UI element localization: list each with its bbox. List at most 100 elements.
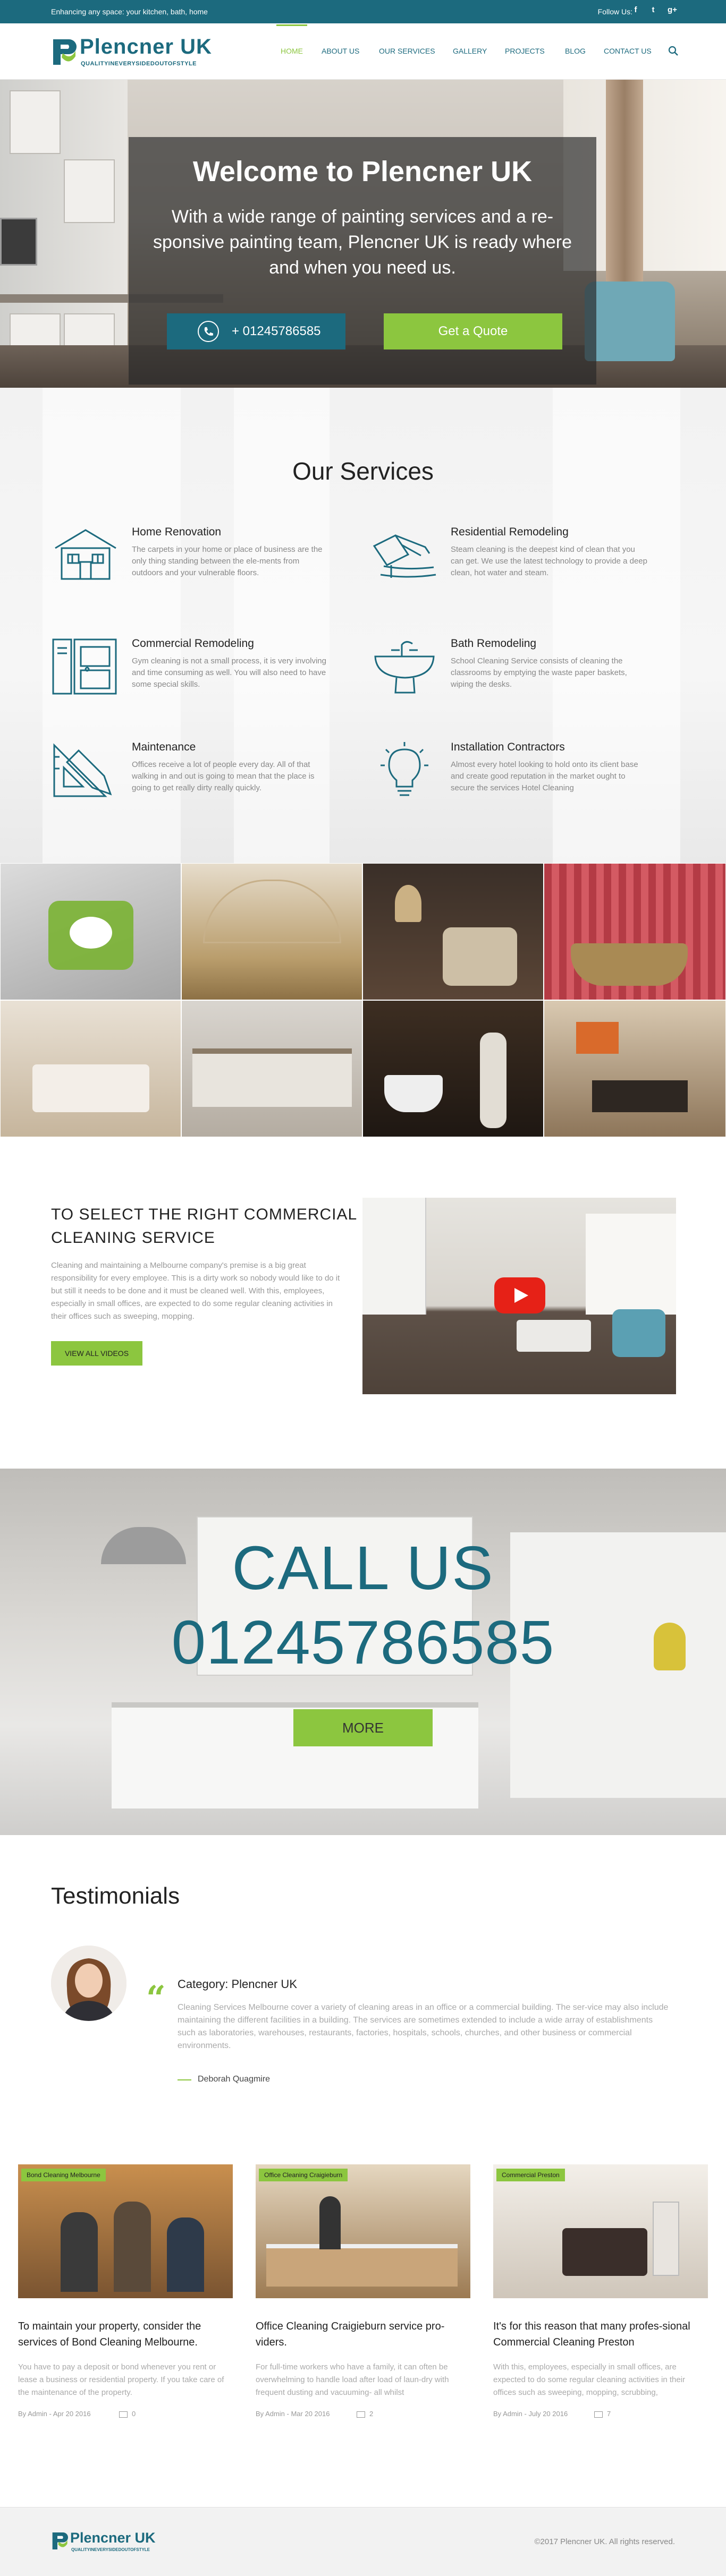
service-installation-contractors[interactable]: Installation Contractors Almost every ho…	[370, 741, 646, 821]
sink-icon	[374, 641, 435, 694]
video-section-text: Cleaning and maintaining a Melbourne com…	[51, 1261, 340, 1321]
gallery-tile-bathroom-statue[interactable]	[362, 1000, 544, 1137]
gallery-tile-atrium[interactable]	[181, 863, 362, 1000]
gallery-tile-kitchen[interactable]	[181, 1000, 362, 1137]
blog-meta: By Admin - Apr 20 2016 0	[18, 2410, 233, 2418]
view-all-videos-button[interactable]: VIEW ALL VIDEOS	[51, 1341, 142, 1366]
call-us-section: CALL US 01245786585 MORE	[0, 1469, 726, 1835]
blog-meta: By Admin - July 20 2016 7	[493, 2410, 708, 2418]
service-title: Installation Contractors	[451, 741, 565, 753]
footer-logo[interactable]: Plencner UK QUALITYINEVERYSIDEDOUTOFSTYL…	[51, 2530, 168, 2553]
service-title: Home Renovation	[132, 526, 222, 538]
service-home-renovation[interactable]: Home Renovation The carpets in your home…	[51, 526, 327, 605]
hero-text: With a wide range of painting services a…	[153, 207, 572, 278]
gallery-tile-bathtub[interactable]	[544, 863, 726, 1000]
get-quote-button[interactable]: Get a Quote	[384, 313, 562, 349]
comment-count[interactable]: 2	[369, 2410, 373, 2418]
ruler-pencil-icon	[53, 743, 112, 797]
site-header: Plencner UK QUALITYINEVERYSIDEDOUTOFSTYL…	[0, 23, 726, 80]
call-us-title: CALL US	[232, 1533, 494, 1602]
blog-category-badge[interactable]: Commercial Preston	[496, 2169, 565, 2181]
nav-gallery[interactable]: GALLERY	[453, 47, 487, 55]
gallery-tile-modern-living[interactable]	[544, 1000, 726, 1137]
blog-title[interactable]: It's for this reason that many profes-si…	[493, 2318, 708, 2350]
blog-category-badge[interactable]: Office Cleaning Craigieburn	[259, 2169, 348, 2181]
more-button[interactable]: MORE	[293, 1709, 433, 1746]
top-bar: Enhancing any space: your kitchen, bath,…	[0, 0, 726, 23]
blog-author-date: By Admin - Mar 20 2016	[256, 2410, 330, 2418]
gallery-tile-classic-armchair[interactable]	[362, 863, 544, 1000]
comment-icon	[357, 2411, 365, 2418]
service-bath-remodeling[interactable]: Bath Remodeling School Cleaning Service …	[370, 637, 646, 717]
light-bulb-icon	[381, 742, 428, 796]
avatar	[51, 1946, 126, 2021]
hero-title: Welcome to Plencner UK	[192, 156, 533, 187]
blog-category-badge[interactable]: Bond Cleaning Melbourne	[21, 2169, 106, 2181]
play-icon[interactable]	[494, 1277, 545, 1313]
service-desc: Steam cleaning is the deepest kind of cl…	[451, 545, 647, 577]
service-title: Bath Remodeling	[451, 637, 537, 650]
logo-slogan: QUALITYINEVERYSIDEDOUTOFSTYLE	[81, 61, 197, 67]
nav-contact-us[interactable]: CONTACT US	[604, 47, 652, 55]
blog-author-date: By Admin - Apr 20 2016	[18, 2410, 91, 2418]
service-title: Residential Remodeling	[451, 526, 569, 538]
blog-card[interactable]: Office Cleaning Craigieburn Office Clean…	[256, 2164, 470, 2462]
active-nav-indicator	[276, 24, 307, 26]
blog-image[interactable]	[18, 2164, 233, 2298]
blog-title[interactable]: Office Cleaning Craigieburn service pro-…	[256, 2318, 470, 2350]
service-desc: School Cleaning Service consists of clea…	[451, 656, 627, 689]
footer-logo-slogan: QUALITYINEVERYSIDEDOUTOFSTYLE	[71, 2547, 150, 2552]
service-desc: Almost every hotel looking to hold onto …	[451, 760, 638, 792]
gallery-tile-green-chairs[interactable]	[0, 863, 181, 1000]
services-section: Our Services Home Renovation The carpets…	[0, 388, 726, 863]
house-icon	[55, 529, 116, 580]
paint-roller-icon	[373, 534, 436, 578]
comment-count[interactable]: 7	[607, 2410, 611, 2418]
nav-home[interactable]: HOME	[281, 47, 303, 55]
footer-logo-name: Plencner UK	[70, 2530, 156, 2546]
blog-excerpt: You have to pay a deposit or bond whenev…	[18, 2362, 224, 2397]
nav-projects[interactable]: PROJECTS	[505, 47, 545, 55]
phone-button-label: + 01245786585	[232, 324, 321, 338]
gallery-tile-white-dining[interactable]	[0, 1000, 181, 1137]
testimonial-text: Cleaning Services Melbourne cover a vari…	[178, 2003, 669, 2050]
door-icon	[52, 638, 117, 695]
nav-our-services[interactable]: OUR SERVICES	[379, 47, 435, 55]
gallery-grid	[0, 863, 726, 1139]
testimonials-title: Testimonials	[51, 1883, 180, 1909]
facebook-icon[interactable]: f	[630, 5, 641, 14]
site-footer: Plencner UK QUALITYINEVERYSIDEDOUTOFSTYL…	[0, 2507, 726, 2576]
blog-excerpt: With this, employees, especially in smal…	[493, 2362, 686, 2397]
service-residential-remodeling[interactable]: Residential Remodeling Steam cleaning is…	[370, 526, 647, 605]
service-commercial-remodeling[interactable]: Commercial Remodeling Gym cleaning is no…	[51, 637, 327, 717]
copyright: ©2017 Plencner UK. All rights reserved.	[534, 2537, 675, 2546]
twitter-icon[interactable]: t	[647, 5, 659, 14]
main-nav: HOME ABOUT US OUR SERVICES GALLERY PROJE…	[0, 24, 726, 57]
service-title: Commercial Remodeling	[132, 637, 254, 650]
hero-armchair	[585, 282, 675, 361]
service-maintenance[interactable]: Maintenance Offices receive a lot of peo…	[51, 741, 327, 821]
blog-image[interactable]	[256, 2164, 470, 2298]
services-title: Our Services	[292, 457, 434, 485]
blog-image[interactable]	[493, 2164, 708, 2298]
comment-count[interactable]: 0	[132, 2410, 136, 2418]
blog-card[interactable]: Bond Cleaning Melbourne To maintain your…	[18, 2164, 233, 2462]
comment-icon	[119, 2411, 128, 2418]
phone-icon	[198, 321, 219, 342]
service-desc: Gym cleaning is not a small process, it …	[132, 656, 326, 689]
testimonials-section: Testimonials “ Category: Plencner UK Cle…	[0, 1835, 726, 2133]
hero-section: Welcome to Plencner UK With a wide range…	[0, 80, 726, 388]
blog-title[interactable]: To maintain your property, consider the …	[18, 2318, 233, 2350]
google-plus-icon[interactable]: g+	[665, 5, 679, 14]
hero-oven	[0, 218, 37, 266]
testimonial-author: Deborah Quagmire	[198, 2075, 271, 2084]
search-icon[interactable]	[668, 46, 679, 56]
service-desc: The carpets in your home or place of bus…	[132, 545, 323, 577]
quote-icon: “	[146, 1978, 166, 2018]
nav-about-us[interactable]: ABOUT US	[322, 47, 359, 55]
video-thumbnail[interactable]	[362, 1198, 676, 1394]
blog-card[interactable]: Commercial Preston It's for this reason …	[493, 2164, 708, 2462]
nav-blog[interactable]: BLOG	[565, 47, 586, 55]
phone-button[interactable]: + 01245786585	[167, 313, 345, 349]
call-us-number: 01245786585	[171, 1608, 555, 1677]
